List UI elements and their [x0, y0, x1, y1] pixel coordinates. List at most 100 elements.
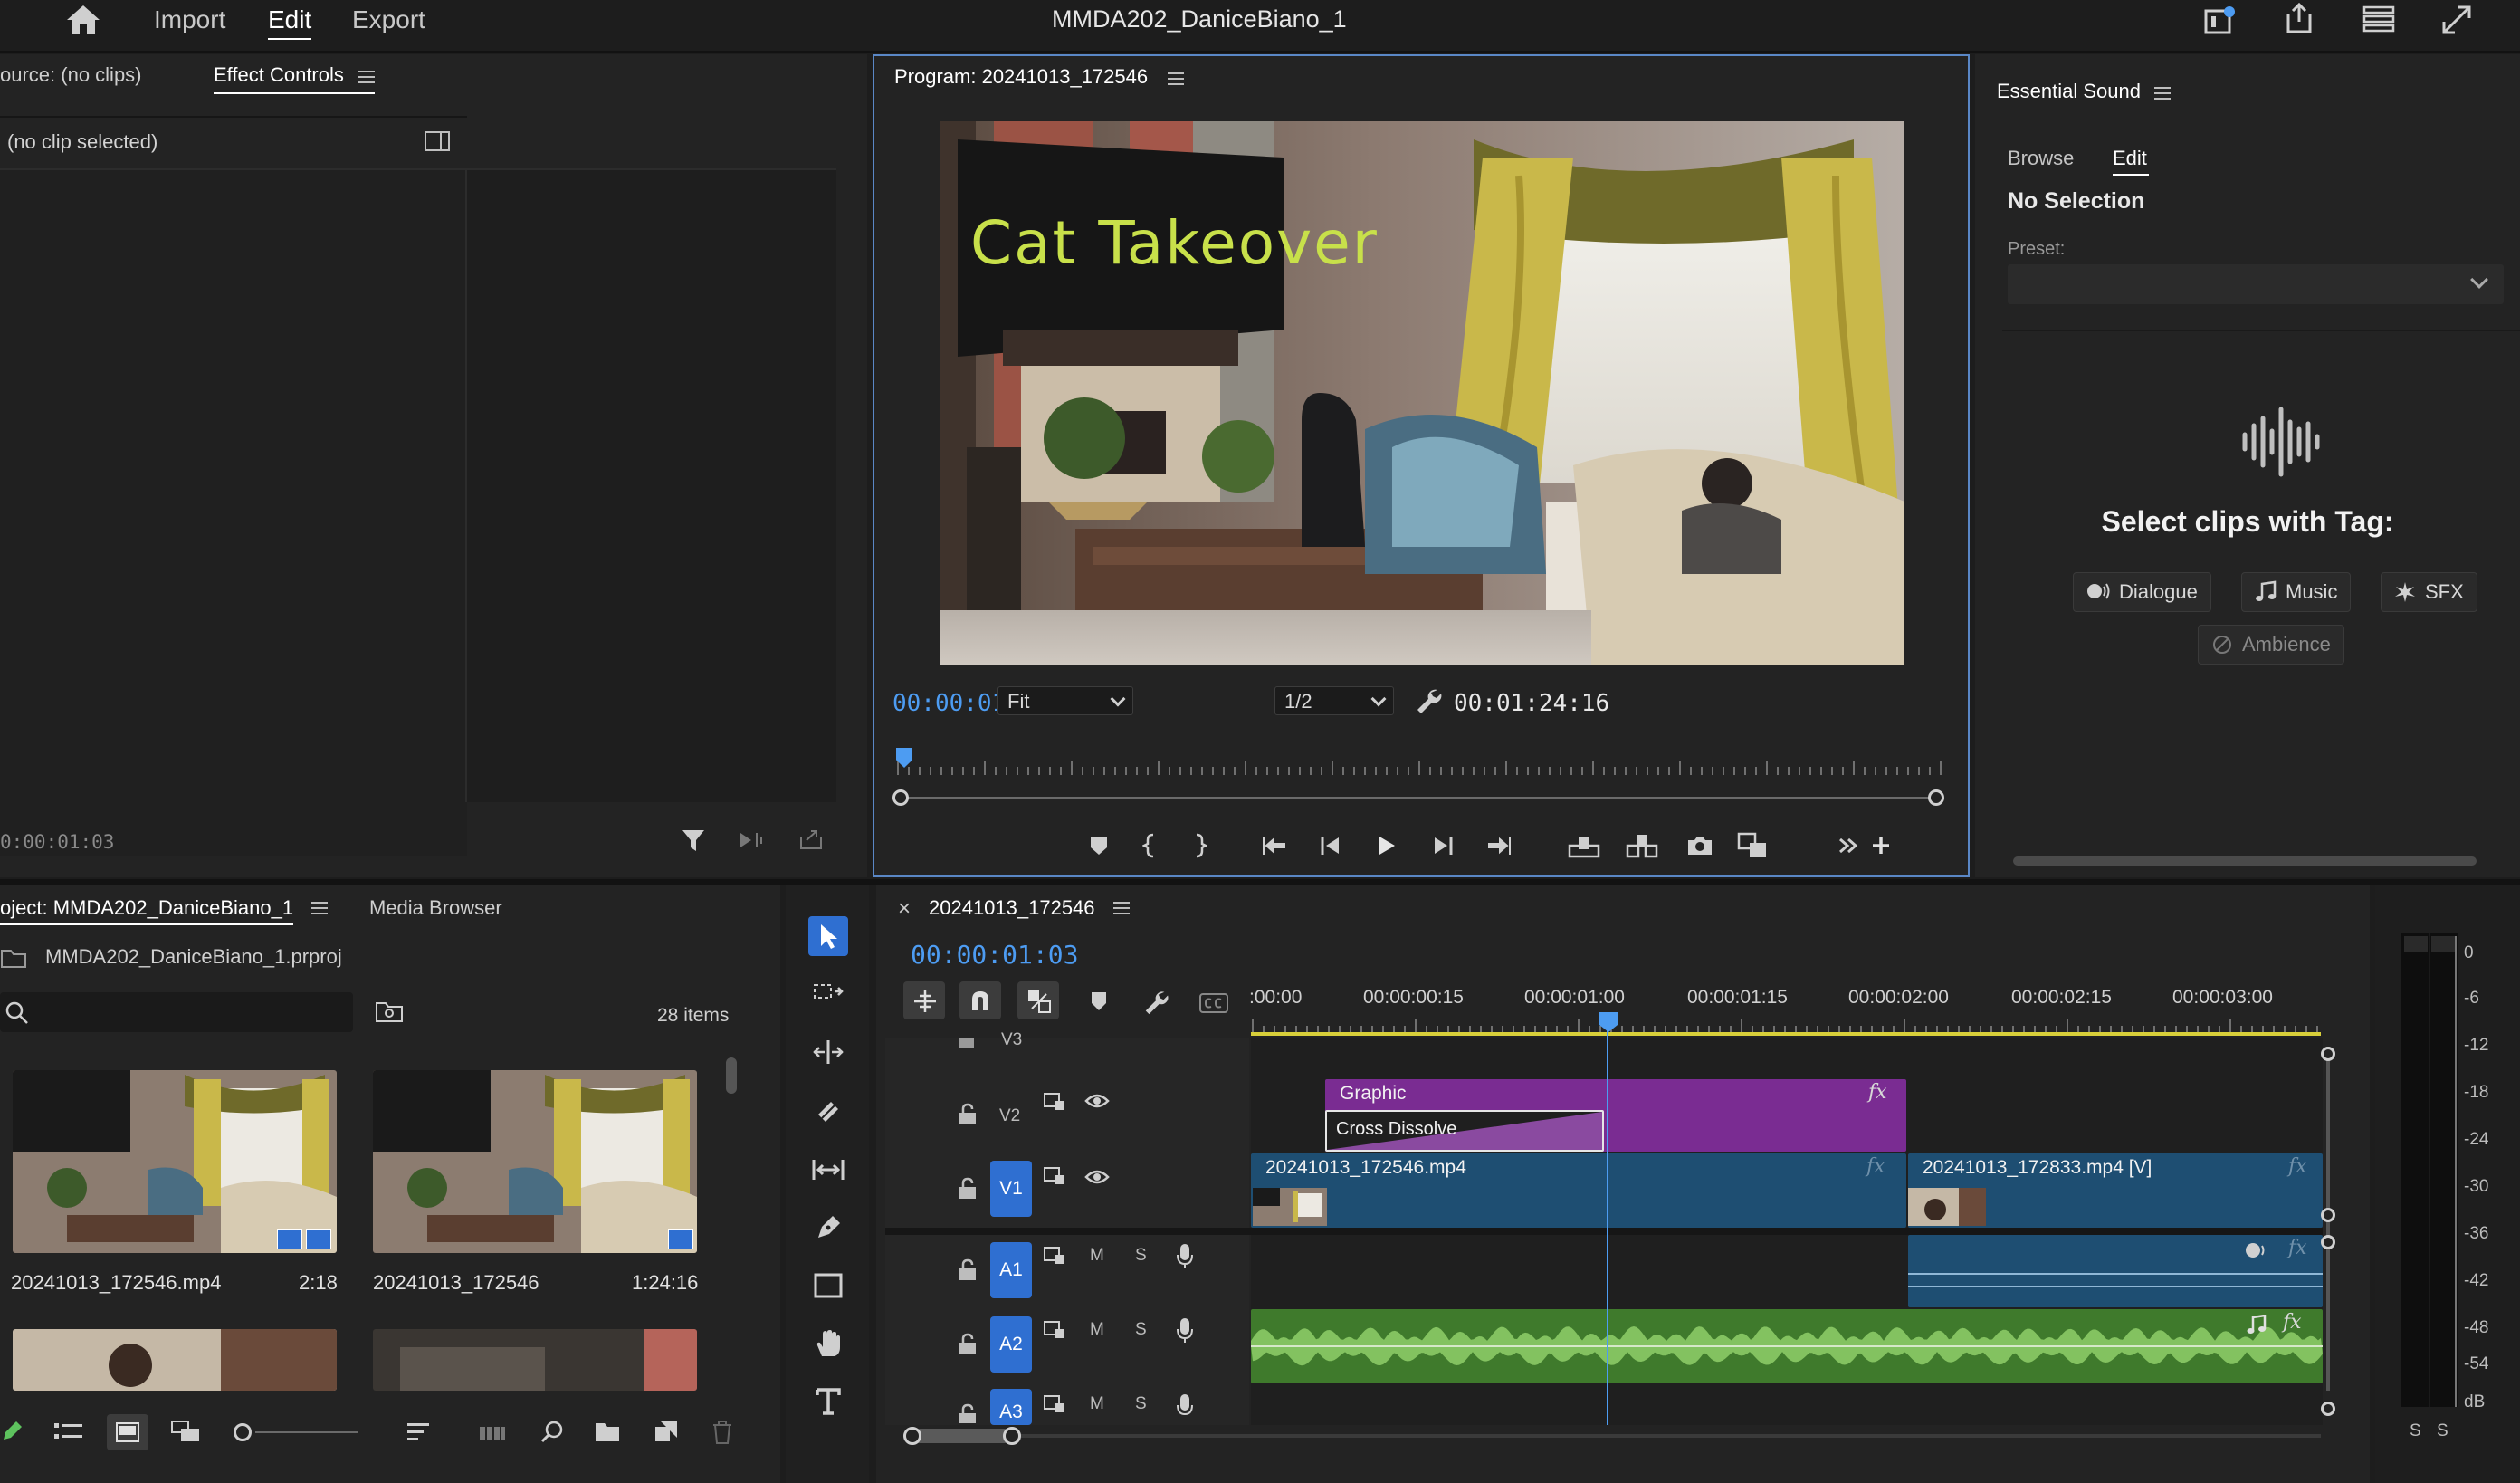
toggle-sync-icon[interactable] — [1043, 1092, 1066, 1112]
step-forward-icon[interactable] — [1427, 829, 1459, 862]
audio-clip-a1[interactable]: fx — [1908, 1235, 2323, 1307]
go-to-out-icon[interactable] — [1483, 829, 1515, 862]
rectangle-tool-icon[interactable] — [808, 1266, 848, 1306]
razor-tool-icon[interactable] — [808, 1092, 848, 1132]
lock-icon[interactable] — [958, 1333, 978, 1356]
filter-icon[interactable] — [681, 828, 706, 853]
video-clip-1[interactable]: 20241013_172546.mp4 fx — [1251, 1153, 1906, 1228]
preset-dropdown[interactable] — [2008, 264, 2504, 304]
nest-toggle-button[interactable] — [903, 981, 945, 1019]
microphone-icon[interactable] — [1175, 1242, 1195, 1269]
toggle-sync-icon[interactable] — [1043, 1320, 1066, 1340]
tab-media-browser[interactable]: Media Browser — [369, 896, 502, 920]
wrench-icon[interactable] — [1414, 686, 1443, 715]
tab-project[interactable]: oject: MMDA202_DaniceBiano_1 — [0, 896, 293, 920]
solo-button[interactable]: S — [1135, 1394, 1147, 1414]
zoom-scrollbar-track[interactable] — [900, 797, 1942, 799]
scroll-handle[interactable] — [2321, 1047, 2335, 1061]
scroll-handle[interactable] — [2321, 1208, 2335, 1222]
solo-left-button[interactable]: S — [2410, 1421, 2421, 1441]
export-frame-icon[interactable] — [798, 828, 824, 851]
pencil-icon[interactable] — [0, 1420, 24, 1443]
eye-icon[interactable] — [1084, 1092, 1110, 1110]
toggle-sync-icon[interactable] — [1043, 1166, 1066, 1186]
ambience-tag-button[interactable]: Ambience — [2198, 625, 2344, 665]
toggle-sync-icon[interactable] — [1043, 1246, 1066, 1266]
horizontal-scroll-thumb[interactable] — [912, 1429, 1012, 1443]
fullscreen-icon[interactable] — [2440, 4, 2473, 36]
play-audio-icon[interactable] — [739, 829, 766, 851]
lock-icon[interactable] — [958, 1032, 976, 1048]
mark-out-icon[interactable] — [1184, 829, 1217, 862]
extract-icon[interactable] — [1626, 829, 1658, 862]
vertical-scrollbar[interactable] — [726, 1057, 737, 1094]
horizontal-scroll-track[interactable] — [912, 1434, 2321, 1438]
tab-sequence[interactable]: 20241013_172546 — [929, 896, 1095, 920]
zoom-slider-track[interactable] — [255, 1431, 358, 1433]
trash-icon[interactable] — [711, 1420, 733, 1445]
solo-right-button[interactable]: S — [2437, 1421, 2448, 1441]
track-select-tool-icon[interactable] — [808, 974, 848, 1014]
icon-view-button[interactable] — [107, 1414, 148, 1450]
close-sequence-icon[interactable]: × — [898, 896, 911, 922]
search-input[interactable] — [0, 992, 353, 1032]
zoom-slider-handle[interactable] — [234, 1423, 252, 1441]
resolution-dropdown[interactable]: 1/2 — [1274, 686, 1394, 715]
scroll-handle[interactable] — [2321, 1402, 2335, 1416]
lift-icon[interactable] — [1568, 829, 1600, 862]
step-back-icon[interactable] — [1314, 829, 1347, 862]
pen-tool-icon[interactable] — [808, 1208, 848, 1248]
selection-tool-icon[interactable] — [808, 916, 848, 956]
linked-selection-button[interactable] — [1017, 981, 1059, 1019]
track-target-a3[interactable]: A3 — [990, 1389, 1032, 1425]
find-bin-icon[interactable] — [375, 1000, 404, 1023]
snap-button[interactable] — [959, 981, 1001, 1019]
mute-button[interactable]: M — [1090, 1320, 1104, 1340]
slip-tool-icon[interactable] — [808, 1150, 848, 1190]
work-area-bar[interactable] — [1251, 1032, 2321, 1036]
automate-to-sequence-icon[interactable] — [478, 1421, 507, 1443]
clip-name[interactable]: 20241013_172546.mp4 — [11, 1271, 221, 1295]
lock-icon[interactable] — [958, 1258, 978, 1282]
comparison-view-icon[interactable] — [1736, 829, 1769, 862]
go-to-in-icon[interactable] — [1258, 829, 1291, 862]
clip-thumbnail[interactable] — [13, 1329, 337, 1391]
nav-export[interactable]: Export — [352, 5, 425, 34]
music-tag-button[interactable]: Music — [2241, 572, 2352, 612]
more-controls-icon[interactable] — [1832, 829, 1865, 862]
zoom-handle-right[interactable] — [1928, 789, 1944, 806]
add-button-icon[interactable] — [1865, 829, 1897, 862]
microphone-icon[interactable] — [1175, 1316, 1195, 1344]
title-overlay-text[interactable]: Cat Takeover — [970, 208, 1379, 278]
type-tool-icon[interactable] — [808, 1382, 848, 1421]
mark-in-icon[interactable] — [1133, 829, 1166, 862]
track-target-a1[interactable]: A1 — [990, 1242, 1032, 1298]
microphone-icon[interactable] — [1175, 1392, 1195, 1420]
nav-edit[interactable]: Edit — [268, 5, 312, 40]
lock-icon[interactable] — [958, 1403, 978, 1423]
panel-menu-icon[interactable] — [2154, 87, 2171, 100]
panel-menu-icon[interactable] — [1168, 72, 1184, 85]
tab-edit[interactable]: Edit — [2113, 147, 2147, 170]
video-clip-2[interactable]: 20241013_172833.mp4 [V] fx — [1908, 1153, 2323, 1228]
timeline-ruler[interactable] — [1251, 1014, 2321, 1034]
hand-tool-icon[interactable] — [808, 1324, 848, 1363]
scroll-handle[interactable] — [2321, 1235, 2335, 1249]
cross-dissolve-transition[interactable]: Cross Dissolve — [1325, 1110, 1604, 1152]
scroll-handle[interactable] — [1003, 1427, 1021, 1445]
camera-icon[interactable] — [1684, 829, 1716, 862]
panel-menu-icon[interactable] — [311, 902, 328, 914]
program-time-ruler[interactable] — [896, 748, 1950, 775]
essential-sound-title[interactable]: Essential Sound — [1997, 80, 2141, 103]
clip-thumbnail[interactable] — [13, 1070, 337, 1253]
sequence-thumbnail[interactable] — [373, 1070, 697, 1253]
captions-icon[interactable] — [1198, 992, 1229, 1014]
panel-menu-icon[interactable] — [1113, 902, 1130, 914]
add-marker-icon[interactable] — [1083, 829, 1115, 862]
zoom-handle-left[interactable] — [892, 789, 909, 806]
mute-button[interactable]: M — [1090, 1394, 1104, 1414]
sort-icon[interactable] — [406, 1421, 431, 1443]
freeform-view-icon[interactable] — [170, 1420, 201, 1443]
horizontal-scrollbar[interactable] — [2013, 856, 2477, 866]
panel-menu-icon[interactable] — [358, 71, 375, 83]
